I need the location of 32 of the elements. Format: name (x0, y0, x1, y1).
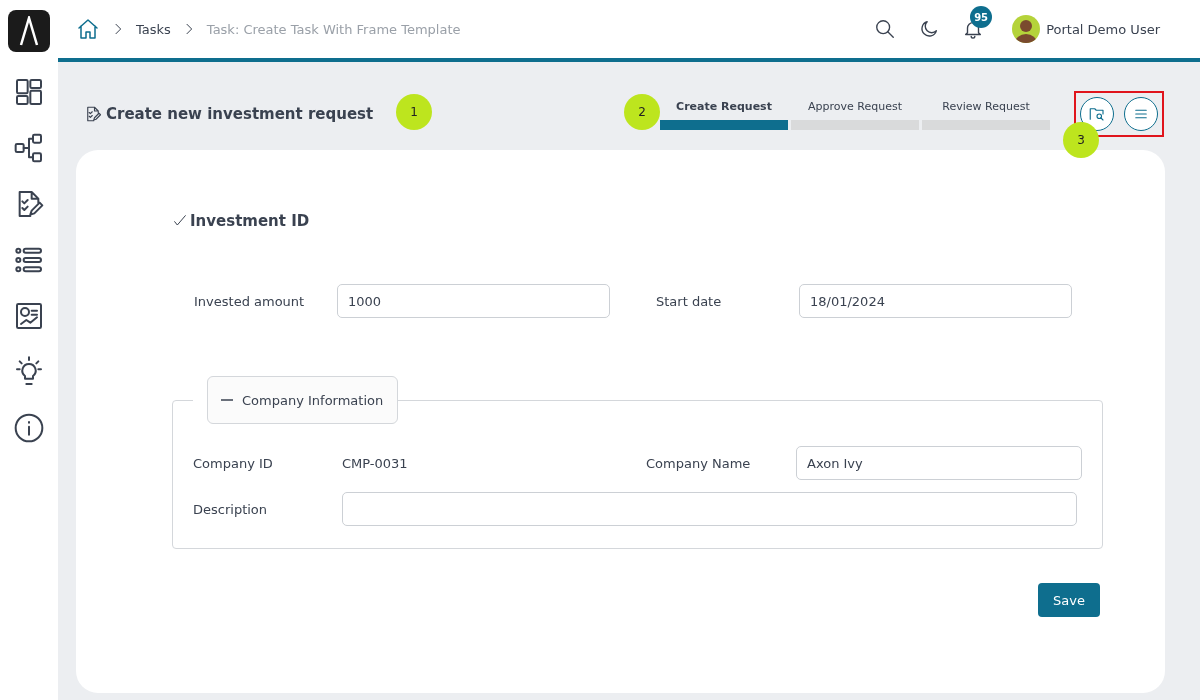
document-search-button[interactable] (1080, 97, 1114, 131)
app-logo[interactable] (8, 10, 50, 52)
avatar[interactable] (1012, 15, 1041, 43)
menu-button[interactable] (1124, 97, 1158, 131)
notification-badge: 95 (970, 6, 993, 28)
step-tab[interactable]: Review Request (922, 98, 1050, 130)
section-title: Investment ID (190, 212, 310, 230)
input-field[interactable]: 1000 (337, 284, 610, 318)
field-label: Start date (656, 293, 723, 309)
field-value: CMP-0031 (342, 455, 409, 471)
lightbulb-icon[interactable] (13, 356, 45, 388)
collapse-toggle[interactable]: Company Information (207, 376, 399, 424)
date-field[interactable]: 18/01/2024 (799, 284, 1072, 318)
task-edit-icon (84, 105, 102, 123)
folder-search-icon (1088, 105, 1106, 123)
step-tab[interactable]: Approve Request (791, 98, 919, 130)
field-label: Invested amount (194, 293, 306, 309)
field-label: Company Name (646, 455, 752, 471)
field-label: Company ID (193, 455, 274, 471)
search-icon[interactable] (874, 18, 897, 40)
home-icon[interactable] (76, 17, 100, 41)
input-field[interactable] (342, 492, 1077, 526)
page-title: Create new investment request (106, 105, 374, 123)
info-icon[interactable] (13, 412, 45, 444)
report-icon[interactable] (13, 300, 45, 332)
dashboard-icon[interactable] (13, 76, 45, 108)
user-name[interactable]: Portal Demo User (1046, 21, 1160, 37)
breadcrumb-item[interactable]: Tasks (136, 21, 171, 37)
input-field[interactable]: Axon Ivy (796, 446, 1082, 480)
save-button[interactable]: Save (1038, 583, 1100, 617)
field-label: Description (193, 501, 269, 517)
process-icon[interactable] (13, 132, 45, 164)
